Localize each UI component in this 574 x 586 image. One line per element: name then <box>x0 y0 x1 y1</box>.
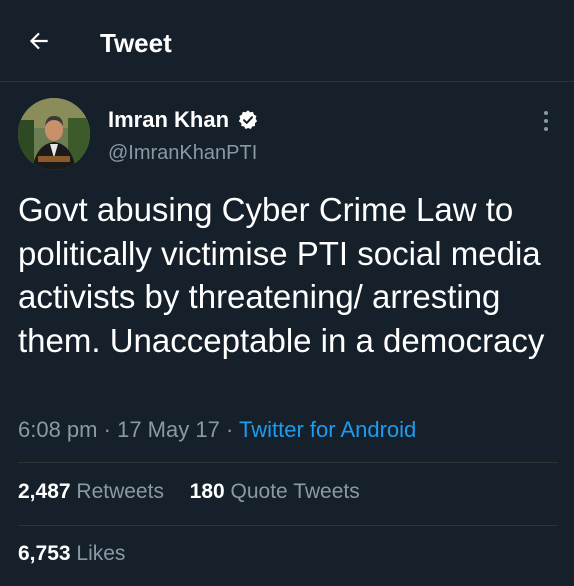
tweet-text: Govt abusing Cyber Crime Law to politica… <box>18 191 545 359</box>
quotes-stat[interactable]: 180 Quote Tweets <box>190 480 360 503</box>
arrow-left-icon <box>29 32 48 50</box>
engagement-stats: 2,487 Retweets 180 Quote Tweets <box>18 480 360 504</box>
tweet-time[interactable]: 6:08 pm <box>18 417 98 442</box>
likes-label: Likes <box>76 542 126 565</box>
quotes-label: Quote Tweets <box>230 480 360 503</box>
page-title: Tweet <box>100 28 172 58</box>
more-dots-icon <box>544 111 548 115</box>
separator: · <box>103 417 118 442</box>
likes-count: 6,753 <box>18 542 71 565</box>
tweet-date[interactable]: 17 May 17 <box>117 417 220 442</box>
divider <box>18 462 558 463</box>
top-bar: Tweet <box>0 0 574 82</box>
separator: · <box>225 417 239 442</box>
quotes-count: 180 <box>189 480 225 503</box>
author-name[interactable]: Imran Khan <box>108 107 229 133</box>
profile-photo <box>18 98 90 170</box>
retweets-label: Retweets <box>76 480 164 503</box>
divider <box>18 525 558 526</box>
likes-stat[interactable]: 6,753 Likes <box>18 542 125 566</box>
retweets-count: 2,487 <box>18 480 71 503</box>
verified-badge-icon <box>237 109 259 131</box>
more-options-button[interactable] <box>536 106 556 136</box>
back-button[interactable] <box>24 26 54 56</box>
author-handle[interactable]: @ImranKhanPTI <box>108 142 257 165</box>
tweet-meta: 6:08 pm · 17 May 17 · Twitter for Androi… <box>18 417 416 443</box>
tweet-source-link[interactable]: Twitter for Android <box>239 417 416 442</box>
retweets-stat[interactable]: 2,487 Retweets <box>18 480 164 503</box>
avatar[interactable] <box>18 98 90 170</box>
author-name-row[interactable]: Imran Khan <box>108 106 259 134</box>
